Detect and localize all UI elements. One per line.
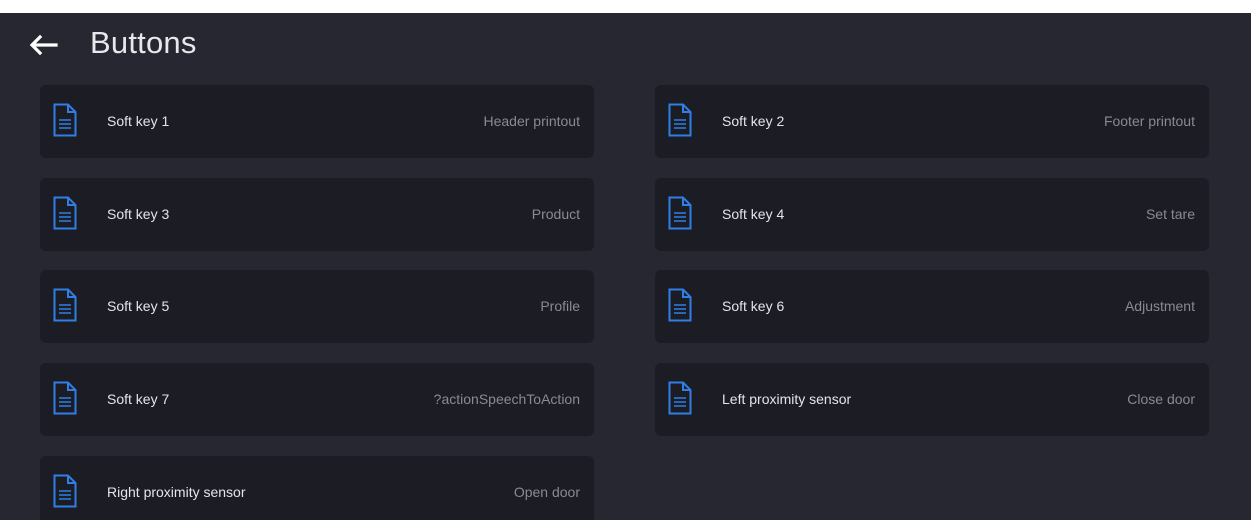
document-icon xyxy=(53,196,77,230)
document-icon xyxy=(668,196,692,230)
setting-tile-soft-key-6[interactable]: Soft key 6 Adjustment xyxy=(655,270,1209,343)
app-screen: Buttons Soft key 1 Header printout Soft … xyxy=(0,13,1251,520)
setting-value: Header printout xyxy=(483,113,580,129)
setting-value: Profile xyxy=(540,298,580,314)
setting-tile-soft-key-5[interactable]: Soft key 5 Profile xyxy=(40,270,594,343)
setting-tile-right-proximity-sensor[interactable]: Right proximity sensor Open door xyxy=(40,456,594,520)
setting-value: Close door xyxy=(1127,391,1195,407)
document-icon xyxy=(53,288,77,322)
setting-tile-soft-key-1[interactable]: Soft key 1 Header printout xyxy=(40,85,594,158)
back-button[interactable] xyxy=(24,30,62,60)
arrow-left-icon xyxy=(29,34,58,56)
setting-label: Soft key 2 xyxy=(722,113,785,129)
document-icon xyxy=(53,381,77,415)
setting-label: Right proximity sensor xyxy=(107,484,246,500)
setting-label: Left proximity sensor xyxy=(722,391,852,407)
setting-value: Open door xyxy=(513,484,580,500)
document-icon xyxy=(668,381,692,415)
setting-value: Set tare xyxy=(1145,206,1195,222)
setting-label: Soft key 4 xyxy=(722,206,785,222)
setting-tile-soft-key-2[interactable]: Soft key 2 Footer printout xyxy=(655,85,1209,158)
document-icon xyxy=(53,474,77,508)
setting-label: Soft key 6 xyxy=(722,298,785,314)
setting-value: ?actionSpeechToAction xyxy=(433,391,580,407)
setting-value: Footer printout xyxy=(1103,113,1195,129)
document-icon xyxy=(668,103,692,137)
document-icon xyxy=(53,103,77,137)
setting-label: Soft key 7 xyxy=(107,391,170,407)
header: Buttons xyxy=(0,13,1251,79)
document-icon xyxy=(668,288,692,322)
setting-label: Soft key 5 xyxy=(107,298,170,314)
setting-label: Soft key 1 xyxy=(107,113,170,129)
page-title: Buttons xyxy=(90,25,197,60)
setting-value: Product xyxy=(531,206,580,222)
setting-value: Adjustment xyxy=(1124,298,1195,314)
setting-label: Soft key 3 xyxy=(107,206,170,222)
setting-tile-left-proximity-sensor[interactable]: Left proximity sensor Close door xyxy=(655,363,1209,436)
setting-tile-soft-key-7[interactable]: Soft key 7 ?actionSpeechToAction xyxy=(40,363,594,436)
setting-tile-soft-key-4[interactable]: Soft key 4 Set tare xyxy=(655,178,1209,251)
setting-tile-soft-key-3[interactable]: Soft key 3 Product xyxy=(40,178,594,251)
